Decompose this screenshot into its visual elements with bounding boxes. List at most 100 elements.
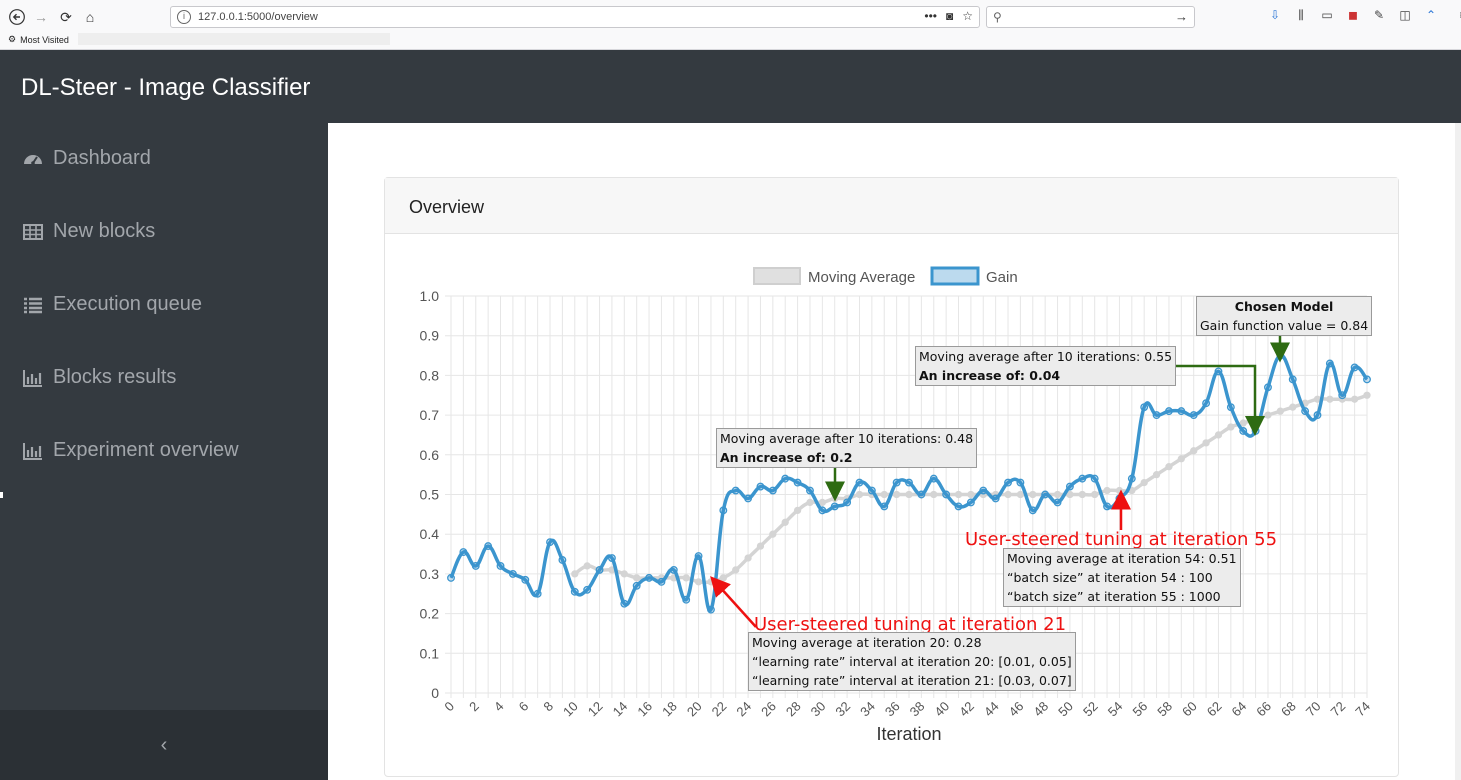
x-tick-label: 18: [659, 699, 680, 720]
data-point-gain: [744, 494, 753, 503]
red-label-iter55: User-steered tuning at iteration 55: [965, 529, 1278, 550]
data-point-gain: [1028, 506, 1037, 515]
gain-chart: 00.10.20.30.40.50.60.70.80.91.00 2 4 6 8 10 12…: [420, 266, 1373, 744]
data-point-moving-average: [967, 490, 975, 499]
data-point-moving-average: [1227, 423, 1235, 431]
data-point-moving-average: [1029, 490, 1037, 499]
x-tick-label: 32: [832, 699, 853, 720]
data-point-moving-average: [1326, 395, 1334, 403]
data-point-moving-average: [930, 490, 938, 499]
x-tick-label: 64: [1229, 699, 1250, 720]
annotation-line: Moving average at iteration 54: 0.51: [1007, 551, 1237, 566]
data-point-moving-average: [1214, 431, 1223, 439]
x-tick-label: 58: [1154, 699, 1175, 720]
data-point-gain: [583, 585, 592, 594]
annotation-line: Moving average after 10 iterations: 0.48: [720, 431, 974, 446]
data-point-moving-average: [1177, 455, 1185, 463]
data-point-gain: [1313, 411, 1322, 420]
legend-label-gain: Gain: [986, 269, 1018, 286]
x-tick-label: 0: [441, 699, 457, 715]
data-point-moving-average: [1190, 447, 1198, 455]
data-point-moving-average: [1115, 486, 1124, 495]
y-tick-label: 0.4: [420, 526, 440, 542]
data-point-moving-average: [583, 562, 591, 570]
x-tick-label: 74: [1352, 699, 1373, 720]
data-point-gain: [1065, 482, 1074, 491]
data-point-gain: [447, 573, 455, 582]
data-point-gain: [1041, 490, 1050, 499]
y-tick-label: 0.6: [420, 447, 440, 463]
y-tick-label: 0.8: [420, 367, 440, 383]
y-tick-label: 0.3: [420, 566, 440, 582]
data-point-moving-average: [781, 518, 789, 526]
data-point-gain: [546, 538, 554, 547]
data-point-gain: [558, 556, 567, 564]
data-point-gain: [1152, 411, 1161, 420]
data-point-moving-average: [1350, 395, 1359, 403]
x-tick-label: 36: [882, 699, 903, 720]
data-point-gain: [843, 498, 852, 507]
data-point-gain: [484, 542, 493, 551]
data-point-gain: [1325, 359, 1334, 368]
annotation-box-lr: Moving average at iteration 20: 0.28 “le…: [748, 632, 1076, 691]
data-point-moving-average: [905, 490, 913, 499]
data-point-moving-average: [1016, 490, 1025, 499]
annotation-line: Gain function value = 0.84: [1200, 318, 1369, 333]
x-tick-label: 38: [907, 699, 928, 720]
x-tick-label: 30: [808, 699, 829, 720]
y-tick-label: 0.1: [420, 645, 440, 661]
data-point-gain: [1264, 383, 1272, 392]
data-point-gain: [645, 573, 654, 582]
x-tick-label: 52: [1080, 699, 1101, 720]
x-tick-label: 20: [684, 699, 705, 720]
data-point-moving-average: [756, 542, 765, 550]
data-point-gain: [880, 502, 889, 511]
data-point-moving-average: [1276, 407, 1285, 415]
data-point-moving-average: [744, 554, 752, 562]
x-tick-label: 4: [491, 699, 507, 715]
annotation-line: “batch size” at iteration 54 : 100: [1007, 570, 1213, 585]
data-point-gain: [1004, 478, 1012, 487]
data-point-gain: [1226, 403, 1235, 412]
arrow-iter21: [710, 576, 757, 628]
x-tick-label: 44: [981, 699, 1002, 720]
data-point-moving-average: [1264, 411, 1272, 419]
data-point-gain: [508, 569, 517, 578]
data-point-moving-average: [1140, 478, 1148, 487]
x-tick-label: 56: [1129, 699, 1150, 720]
annotation-box-chosen-model: Chosen Model Gain function value = 0.84: [1196, 296, 1373, 336]
data-point-moving-average: [1363, 391, 1371, 399]
x-tick-label: 66: [1253, 699, 1274, 720]
data-point-moving-average: [818, 498, 827, 507]
data-point-moving-average: [1066, 490, 1074, 499]
x-tick-label: 54: [1105, 699, 1126, 720]
data-point-gain: [533, 589, 542, 598]
data-point-gain: [979, 486, 988, 495]
x-tick-label: 22: [709, 699, 730, 720]
data-point-gain: [942, 490, 951, 499]
x-tick-label: 70: [1303, 699, 1324, 720]
x-tick-label: 50: [1055, 699, 1076, 720]
data-point-moving-average: [880, 490, 888, 499]
data-point-moving-average: [1004, 490, 1012, 499]
data-point-gain: [781, 474, 790, 483]
x-tick-label: 60: [1179, 699, 1200, 720]
data-point-gain: [905, 478, 913, 487]
data-point-moving-average: [1078, 490, 1086, 499]
x-tick-label: 12: [585, 699, 606, 720]
data-point-gain: [768, 486, 777, 495]
data-point-moving-average: [682, 574, 690, 582]
data-point-gain: [1350, 363, 1359, 372]
data-point-moving-average: [793, 506, 802, 515]
data-point-gain: [917, 490, 926, 499]
data-point-gain: [1214, 367, 1223, 376]
data-point-moving-average: [806, 498, 814, 507]
x-tick-label: 42: [956, 699, 977, 720]
data-point-gain: [818, 506, 827, 515]
data-point-gain: [855, 478, 864, 487]
data-point-gain: [1338, 391, 1347, 400]
annotation-line: Chosen Model: [1234, 299, 1334, 314]
data-point-gain: [731, 486, 740, 495]
data-point-gain: [521, 575, 530, 584]
data-point-moving-average: [769, 530, 777, 538]
